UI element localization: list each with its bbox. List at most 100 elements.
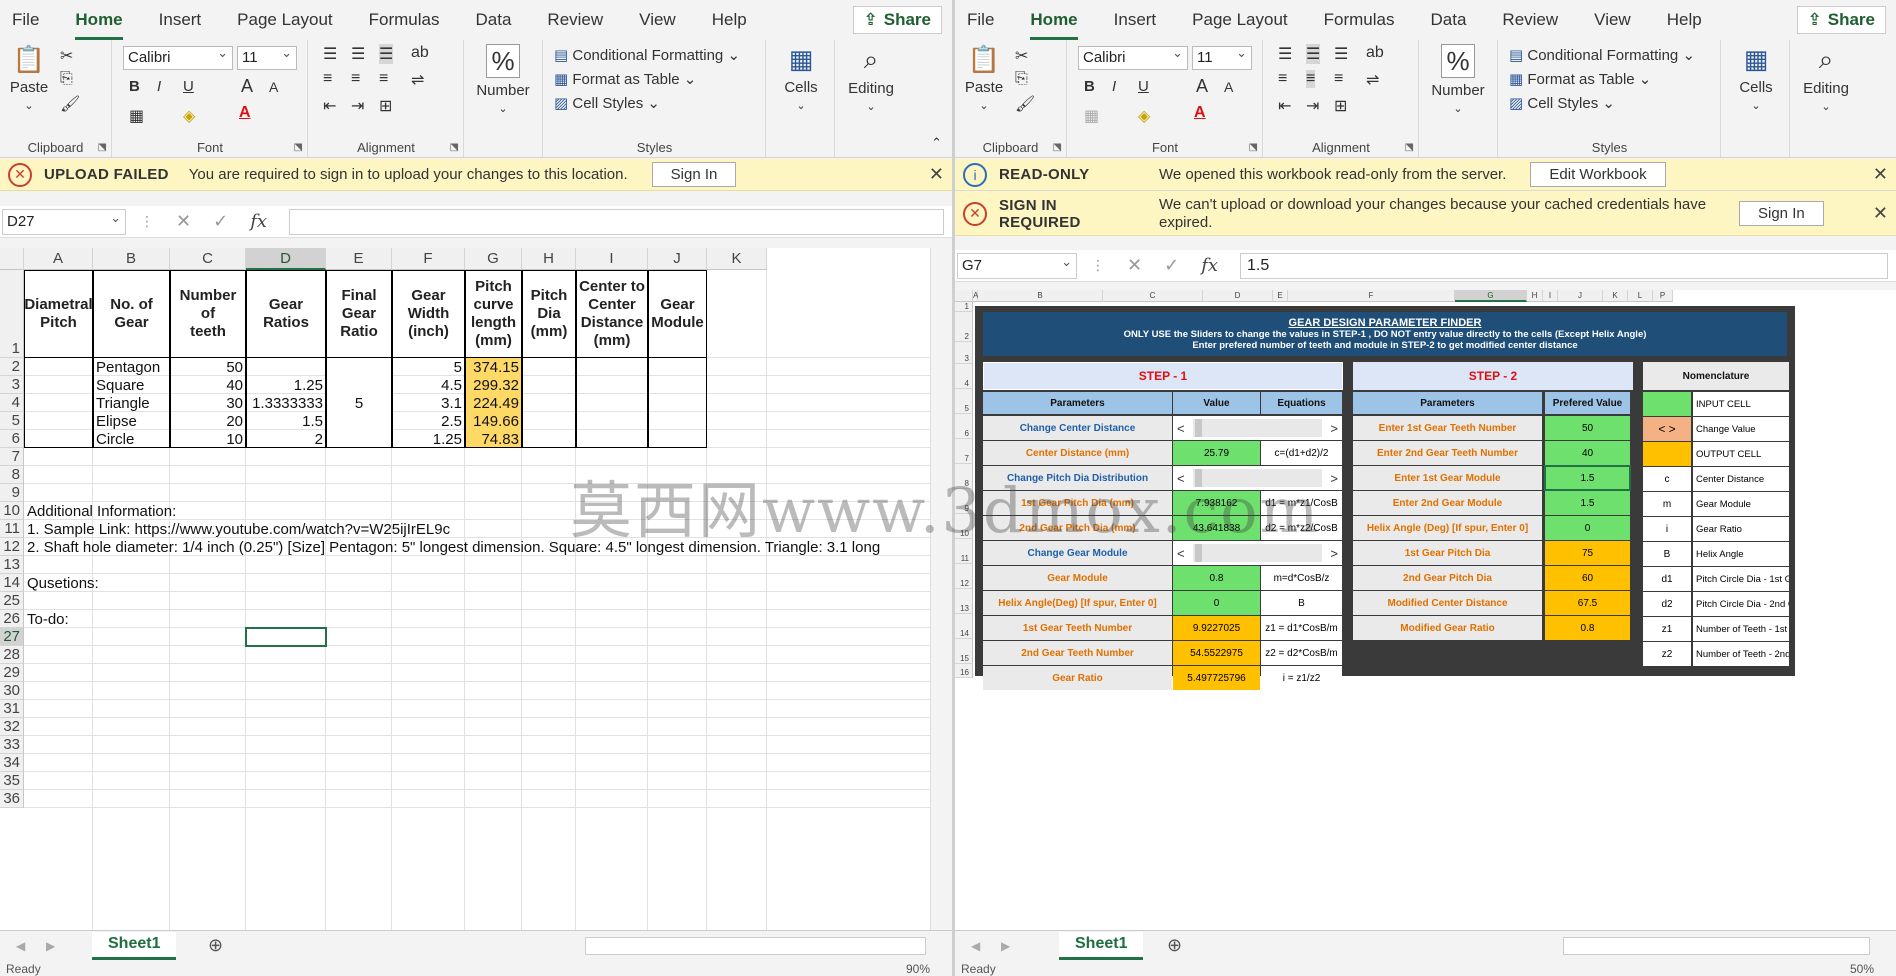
row-header-13[interactable]: 13 (955, 589, 973, 614)
top-align-icon[interactable]: ☰ (323, 44, 337, 64)
bottom-align-icon[interactable]: ☰ (1334, 44, 1348, 64)
row-header-12[interactable]: 12 (0, 538, 24, 556)
zoom-level[interactable]: 50% (1850, 962, 1874, 976)
formula-input[interactable]: 1.5 (1240, 252, 1888, 279)
row-header-4[interactable]: 4 (955, 364, 973, 389)
dialog-launcher-icon[interactable]: ⬔ (450, 142, 459, 153)
dialog-launcher-icon[interactable]: ⬔ (1053, 142, 1062, 153)
column-header-a[interactable]: A (24, 248, 93, 270)
sheet-tab[interactable]: Sheet1 (1059, 931, 1144, 960)
next-sheet-icon[interactable]: ▶ (1001, 939, 1010, 953)
sign-in-button[interactable]: Sign In (651, 162, 737, 187)
column-header-p[interactable]: P (1653, 290, 1673, 302)
align-left-icon[interactable]: ≡ (323, 70, 332, 88)
cancel-icon[interactable]: ✕ (176, 211, 191, 232)
font-name-select[interactable]: Calibri (123, 45, 233, 70)
selected-cell[interactable] (1544, 465, 1631, 491)
column-header-h[interactable]: H (1527, 290, 1543, 302)
dialog-launcher-icon[interactable]: ⬔ (294, 142, 303, 153)
formula-input[interactable] (289, 208, 944, 235)
share-button[interactable]: ⇪ Share (1796, 6, 1886, 34)
decrease-indent-icon[interactable]: ⇤ (1278, 96, 1291, 116)
copy-icon[interactable]: ⎘ (60, 70, 73, 88)
prev-sheet-icon[interactable]: ◀ (16, 939, 25, 953)
orientation-icon[interactable]: ab (1366, 44, 1384, 62)
font-color-icon[interactable]: A (239, 104, 251, 122)
middle-align-icon[interactable]: ☰ (351, 44, 365, 64)
copy-icon[interactable]: ⎘ (1015, 70, 1028, 88)
fill-color-icon[interactable]: ◈ (1138, 106, 1150, 126)
font-color-icon[interactable]: A (1194, 104, 1206, 122)
dialog-launcher-icon[interactable]: ⬔ (1249, 142, 1258, 153)
column-header-j[interactable]: J (648, 248, 707, 270)
dialog-launcher-icon[interactable]: ⬔ (98, 142, 107, 153)
row-header-1[interactable]: 1 (0, 270, 24, 358)
tab-home[interactable]: Home (75, 6, 123, 40)
right-spreadsheet-grid[interactable]: A B C D E F G H I J K L P 1 2 3 4 5 6 7 8 9 10 11 12 13 14 15 16 GEAR… (955, 290, 1896, 930)
tab-file[interactable]: File (967, 6, 994, 34)
sheet-tab[interactable]: Sheet1 (92, 931, 177, 960)
name-box[interactable]: D27 (2, 208, 126, 235)
column-header-g[interactable]: G (465, 248, 522, 270)
enter-icon[interactable]: ✓ (1164, 255, 1179, 276)
row-header-3[interactable]: 3 (955, 342, 973, 364)
editing-button[interactable]: ⌕ Editing ⌄ (1795, 44, 1857, 114)
tab-help[interactable]: Help (1667, 6, 1702, 34)
row-header-2[interactable]: 2 (955, 312, 973, 342)
cut-icon[interactable]: ✂ (60, 46, 73, 66)
column-header-l[interactable]: L (1628, 290, 1653, 302)
select-all-corner[interactable] (955, 290, 973, 302)
row-header-5[interactable]: 5 (955, 389, 973, 414)
slider-left-arrow-icon[interactable]: < (1177, 421, 1185, 436)
tab-page-layout[interactable]: Page Layout (237, 6, 332, 34)
underline-button[interactable]: U (1138, 78, 1149, 95)
step-1-value-cell[interactable]: 0.8 (1173, 566, 1260, 590)
row-header-13[interactable]: 13 (0, 556, 24, 574)
row-header-5[interactable]: 5 (0, 412, 24, 430)
format-as-table-button[interactable]: ▦ Format as Table ⌄ (554, 70, 696, 88)
slider-right-arrow-icon[interactable]: > (1330, 471, 1338, 486)
tab-help[interactable]: Help (712, 6, 747, 34)
step-2-value-cell[interactable]: 40 (1545, 441, 1630, 465)
row-header-33[interactable]: 33 (0, 736, 24, 754)
dialog-launcher-icon[interactable]: ⬔ (1405, 142, 1414, 153)
zoom-level[interactable]: 90% (906, 962, 930, 976)
increase-indent-icon[interactable]: ⇥ (351, 96, 364, 116)
row-header-25[interactable]: 25 (0, 592, 24, 610)
wrap-text-icon[interactable]: ⇌ (411, 70, 424, 90)
format-painter-icon[interactable]: 🖌 (1015, 94, 1035, 114)
prev-sheet-icon[interactable]: ◀ (971, 939, 980, 953)
align-left-icon[interactable]: ≡ (1278, 70, 1287, 88)
borders-icon[interactable]: ▦ (1084, 106, 1099, 126)
row-header-9[interactable]: 9 (0, 484, 24, 502)
sign-in-button[interactable]: Sign In (1739, 201, 1824, 226)
cut-icon[interactable]: ✂ (1015, 46, 1028, 66)
row-header-6[interactable]: 6 (955, 414, 973, 439)
column-header-e[interactable]: E (1273, 290, 1288, 302)
row-header-4[interactable]: 4 (0, 394, 24, 412)
paste-button[interactable]: 📋 Paste ⌄ (963, 44, 1005, 113)
cell-styles-button[interactable]: ▨ Cell Styles ⌄ (554, 94, 660, 112)
grow-font-button[interactable]: A (1196, 76, 1208, 97)
edit-workbook-button[interactable]: Edit Workbook (1530, 162, 1666, 187)
align-center-icon[interactable]: ≡ (1306, 70, 1316, 88)
slider-left-arrow-icon[interactable]: < (1177, 471, 1185, 486)
collapse-ribbon-icon[interactable]: ⌃ (931, 135, 942, 151)
paste-button[interactable]: 📋 Paste ⌄ (8, 44, 50, 113)
column-header-c[interactable]: C (1103, 290, 1203, 302)
row-header-31[interactable]: 31 (0, 700, 24, 718)
bottom-align-icon[interactable]: ☰ (379, 44, 394, 64)
row-header-35[interactable]: 35 (0, 772, 24, 790)
underline-button[interactable]: U (183, 78, 194, 95)
row-header-6[interactable]: 6 (0, 430, 24, 448)
tab-data[interactable]: Data (1431, 6, 1467, 34)
cells-button[interactable]: ▦ Cells ⌄ (773, 44, 829, 113)
row-header-2[interactable]: 2 (0, 358, 24, 376)
tab-formulas[interactable]: Formulas (1324, 6, 1395, 34)
slider-right-arrow-icon[interactable]: > (1330, 421, 1338, 436)
vertical-scrollbar[interactable] (930, 248, 952, 930)
row-header-8[interactable]: 8 (0, 466, 24, 484)
grow-font-button[interactable]: A (241, 76, 253, 97)
step-2-value-cell[interactable]: 50 (1545, 416, 1630, 440)
row-header-29[interactable]: 29 (0, 664, 24, 682)
